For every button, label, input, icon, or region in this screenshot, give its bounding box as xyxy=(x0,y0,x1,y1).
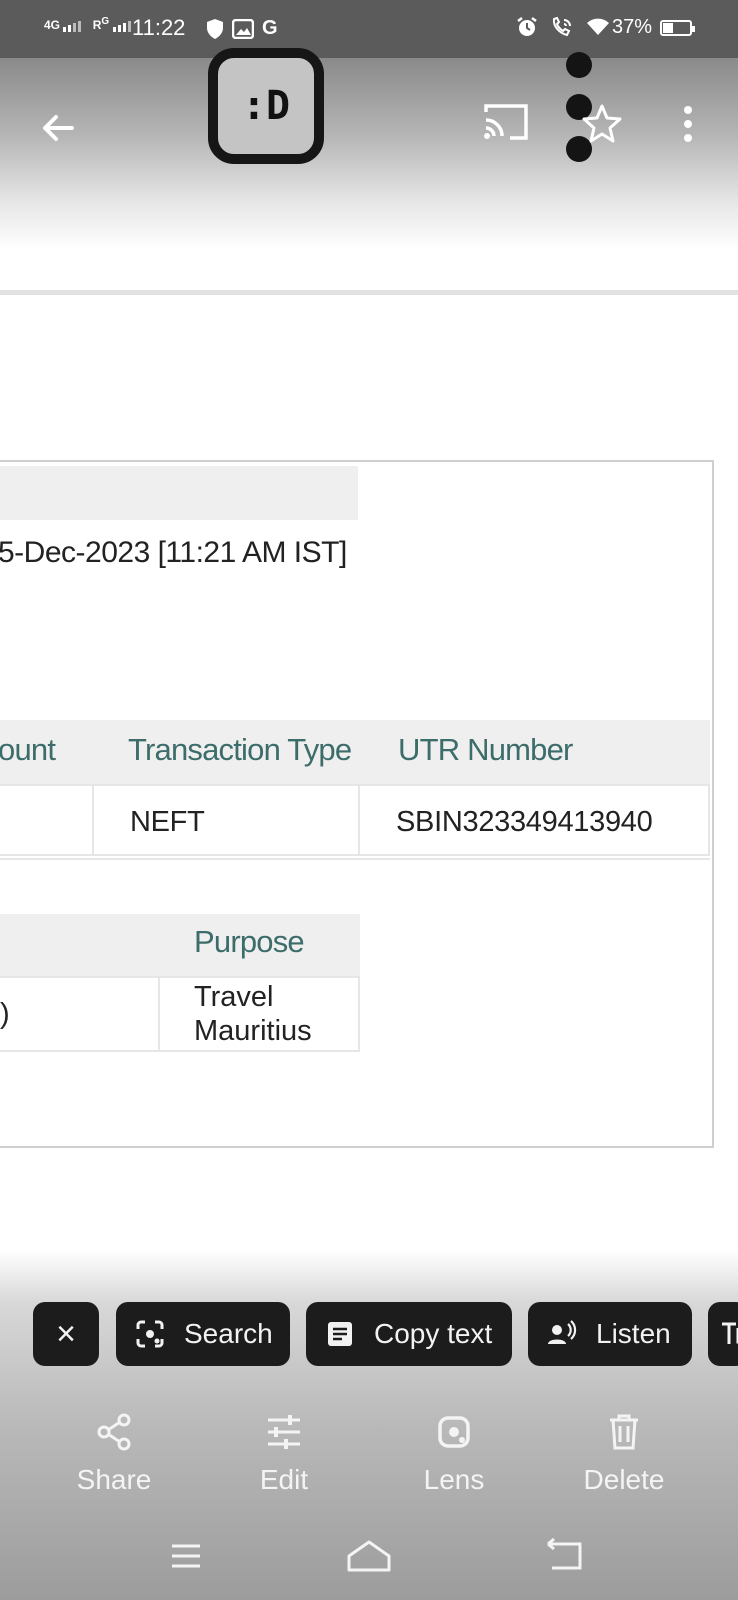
status-bar: 4G RG 11:22 G 37% xyxy=(0,0,738,58)
share-action-button[interactable]: Share xyxy=(54,1412,174,1496)
network-g-label: G xyxy=(101,16,110,27)
edit-label: Edit xyxy=(259,1464,309,1495)
transaction-type-value: NEFT xyxy=(130,806,205,838)
back-arrow-icon[interactable] xyxy=(36,106,80,150)
table-cell-left: ) xyxy=(0,976,160,1052)
copy-text-label: Copy text xyxy=(374,1318,493,1349)
document-card: 5-Dec-2023 [11:21 AM IST] ount Transacti… xyxy=(0,460,714,1148)
document-text-icon xyxy=(328,1322,352,1346)
transaction-date: 5-Dec-2023 [11:21 AM IST] xyxy=(0,536,347,569)
signal-icon xyxy=(63,20,82,32)
more-vert-icon[interactable] xyxy=(676,102,700,146)
battery-icon xyxy=(660,20,695,36)
divider xyxy=(0,290,738,295)
recents-nav-icon[interactable] xyxy=(162,1536,210,1576)
card-header-strip xyxy=(0,466,358,520)
purpose-value: Travel Mauritius xyxy=(194,980,312,1048)
trash-icon xyxy=(610,1414,638,1450)
listen-chip-button[interactable]: Listen xyxy=(528,1302,692,1366)
table-divider xyxy=(0,858,710,860)
lens-search-icon xyxy=(136,1320,164,1348)
back-nav-icon[interactable] xyxy=(540,1536,588,1576)
top-app-bar: :D xyxy=(0,48,738,250)
table-cell-amount xyxy=(0,784,94,856)
lens-icon xyxy=(438,1416,470,1448)
listen-icon xyxy=(548,1320,577,1344)
search-chip-button[interactable]: Search xyxy=(116,1302,290,1366)
close-chip-button[interactable]: × xyxy=(33,1302,99,1366)
star-icon[interactable] xyxy=(580,102,624,146)
share-icon xyxy=(97,1413,131,1451)
column-header-purpose: Purpose xyxy=(194,924,305,959)
table-row: NEFT SBIN323349413940 xyxy=(0,784,710,858)
table-cell-transaction-type: NEFT xyxy=(92,784,360,856)
purpose-line-2: Mauritius xyxy=(194,1015,312,1047)
alarm-icon xyxy=(517,17,537,36)
lens-action-button[interactable]: Lens xyxy=(394,1412,514,1496)
search-label: Search xyxy=(184,1318,273,1349)
column-header-amount: ount xyxy=(0,732,56,767)
column-header-utr-number: UTR Number xyxy=(398,732,573,767)
translate-chip-button[interactable] xyxy=(708,1302,738,1366)
listen-label: Listen xyxy=(596,1318,671,1349)
edit-action-button[interactable]: Edit xyxy=(224,1412,344,1496)
share-label: Share xyxy=(76,1464,152,1495)
app-logo: :D xyxy=(208,48,324,164)
home-nav-icon[interactable] xyxy=(345,1536,393,1576)
wifi-call-icon xyxy=(552,16,571,37)
column-header-transaction-type: Transaction Type xyxy=(128,732,352,767)
shield-icon xyxy=(207,18,223,39)
left-cell-value: ) xyxy=(0,998,10,1030)
table-cell-utr: SBIN323349413940 xyxy=(358,784,710,856)
delete-action-button[interactable]: Delete xyxy=(564,1412,684,1496)
network-4g-label: 4G xyxy=(44,18,61,32)
tune-icon xyxy=(268,1415,300,1449)
delete-label: Delete xyxy=(583,1464,665,1495)
lens-label: Lens xyxy=(423,1464,485,1495)
purpose-table-header: Purpose xyxy=(0,914,360,976)
network-indicator: 4G RG xyxy=(44,16,139,32)
copy-text-chip-button[interactable]: Copy text xyxy=(306,1302,512,1366)
utr-number-value: SBIN323349413940 xyxy=(396,806,653,838)
clock: 11:22 xyxy=(132,15,186,40)
close-icon: × xyxy=(56,1314,76,1353)
cast-icon[interactable] xyxy=(480,100,532,144)
battery-percent: 37% xyxy=(612,16,653,38)
gallery-icon xyxy=(232,18,254,39)
translate-icon xyxy=(722,1322,738,1344)
purpose-line-1: Travel xyxy=(194,981,274,1013)
table-header-row: ount Transaction Type UTR Number xyxy=(0,720,710,784)
wifi-icon xyxy=(587,18,609,35)
google-g-icon: G xyxy=(262,17,278,39)
